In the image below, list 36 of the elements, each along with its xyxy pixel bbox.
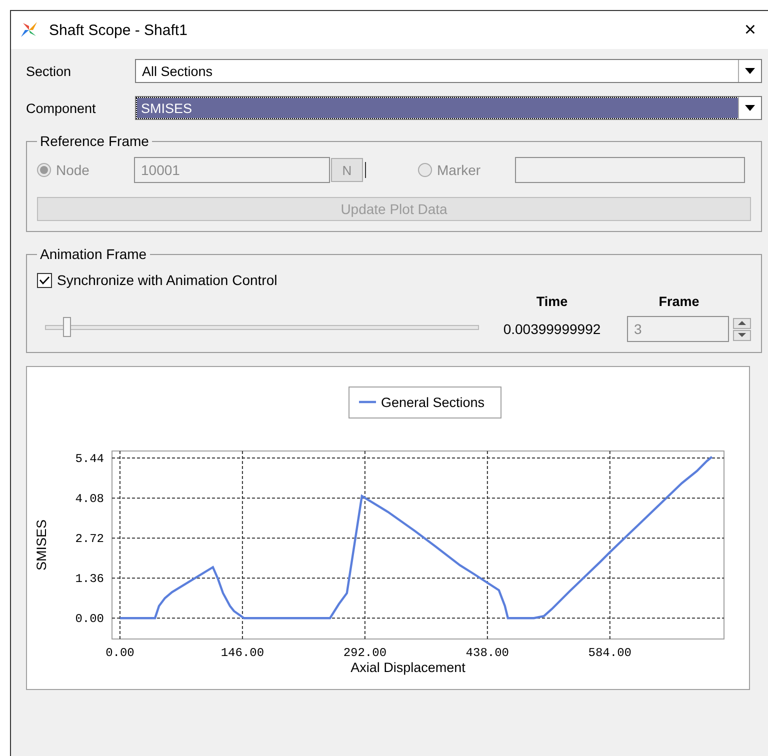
text-cursor (365, 162, 366, 178)
tick-label: 1.36 (75, 572, 104, 586)
text-field[interactable] (515, 157, 745, 183)
app-logo-icon (19, 21, 39, 39)
tick-label: 4.08 (75, 492, 104, 506)
time-value: 0.00399999992 (502, 320, 602, 339)
tick-label: 0.00 (75, 612, 104, 626)
slider-thumb[interactable] (62, 317, 71, 337)
tick-label: 438.00 (466, 646, 510, 660)
field-label: Component (26, 100, 97, 116)
group-title: Reference Frame (39, 133, 150, 149)
tick-label: 5.44 (75, 452, 104, 466)
axis-title: Axial Displacement (350, 660, 466, 675)
checkbox-label: Synchronize with Animation Control (57, 272, 278, 288)
tick-label: 0.00 (106, 646, 134, 660)
window-title: Shaft Scope - Shaft1 (49, 22, 188, 38)
close-button[interactable]: × (740, 18, 760, 42)
group-title: Animation Frame (39, 246, 148, 262)
legend-line-icon (359, 400, 376, 404)
tick-label: 292.00 (343, 646, 387, 660)
frame-field[interactable]: 3 (627, 316, 729, 342)
dropdown[interactable]: All Sections (135, 59, 762, 83)
legend-label: General Sections (381, 395, 485, 410)
field-label: Section (26, 64, 72, 78)
checkbox[interactable] (37, 272, 52, 288)
axis-title: SMISES (34, 520, 49, 570)
spin-down-button[interactable] (733, 330, 751, 340)
tick-label: 584.00 (588, 646, 632, 660)
tick-label: 146.00 (220, 646, 264, 660)
tick-label: 2.72 (75, 532, 104, 546)
down-arrow-icon (738, 333, 746, 337)
up-arrow-icon (738, 321, 746, 325)
spin-up-button[interactable] (733, 318, 751, 328)
dropdown[interactable]: SMISES (135, 96, 762, 120)
column-header: Frame (658, 294, 700, 309)
column-header: Time (536, 294, 568, 309)
